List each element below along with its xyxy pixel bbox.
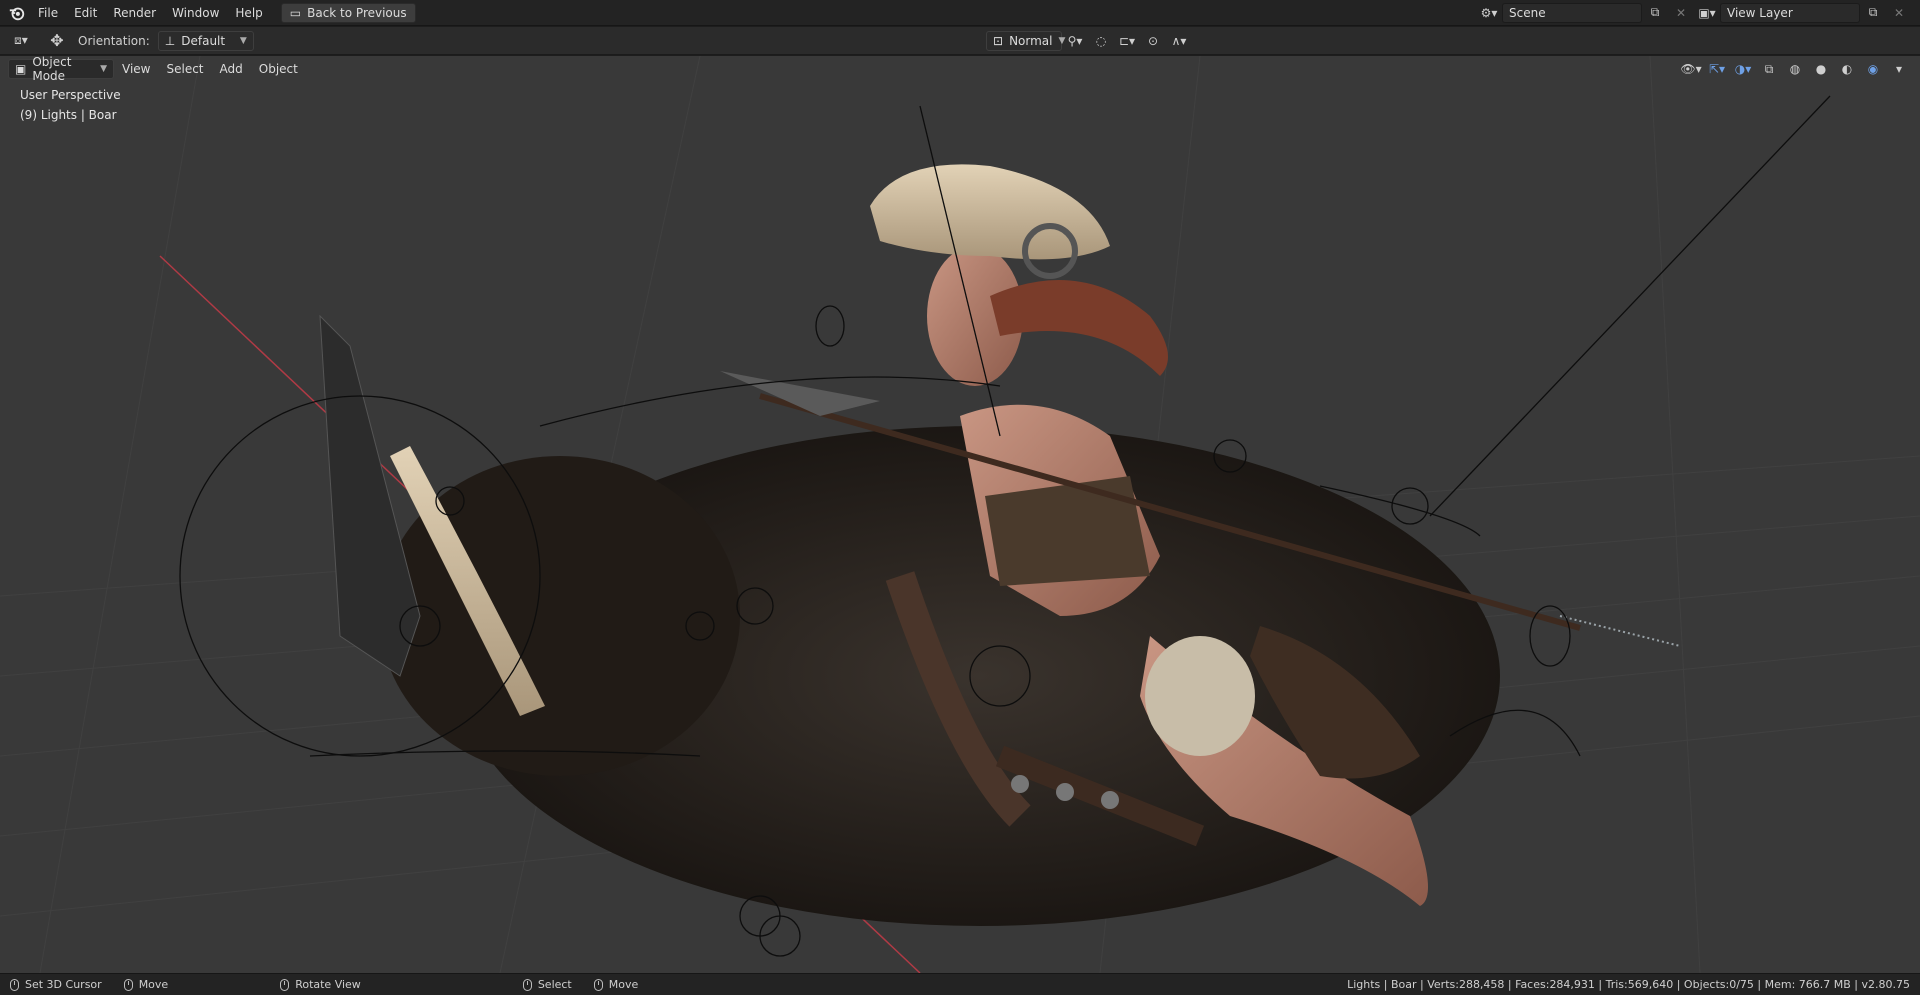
shading-options-icon[interactable]: ▾ (1886, 59, 1912, 79)
snap-toggle-icon[interactable]: ◌ (1088, 31, 1114, 51)
back-to-previous-button[interactable]: ▭ Back to Previous (280, 2, 416, 23)
mode-dropdown[interactable]: ▣ Object Mode ▼ (8, 55, 114, 83)
scene-statistics: Lights | Boar | Verts:288,458 | Faces:28… (1347, 978, 1910, 991)
chevron-down-icon: ▼ (100, 64, 107, 74)
menu-add[interactable]: Add (212, 62, 251, 76)
back-to-previous-label: Back to Previous (307, 5, 407, 20)
overlay-icon[interactable]: ◑▾ (1730, 59, 1756, 79)
status-label: Move (138, 978, 169, 991)
menu-render[interactable]: Render (105, 0, 164, 26)
menu-edit[interactable]: Edit (66, 0, 105, 26)
3d-viewport[interactable]: User Perspective (9) Lights | Boar (0, 56, 1920, 973)
scene-icon[interactable]: ⚙▾ (1476, 3, 1502, 23)
status-bar: Set 3D Cursor Move Rotate View Select Mo… (0, 973, 1920, 995)
tool-header: ⧈▾ ✥ Orientation: ⊥ Default ▼ ⊡ Normal ▼… (0, 27, 1920, 55)
status-label: Set 3D Cursor (25, 978, 102, 991)
menu-select[interactable]: Select (158, 62, 211, 76)
blade (319, 314, 421, 677)
mouse-left-icon (10, 978, 19, 991)
view-layer-icon[interactable]: ▣▾ (1694, 3, 1720, 23)
chevron-down-icon: ▼ (239, 35, 247, 46)
mouse-middle-icon (280, 978, 290, 991)
status-label: Select (537, 978, 572, 991)
scene-name: Scene (1509, 5, 1546, 20)
orientation-label: Orientation: (78, 33, 150, 48)
status-select: Select (522, 978, 572, 991)
falloff-icon[interactable]: ∧▾ (1166, 31, 1192, 51)
status-label: Move (608, 978, 639, 991)
delete-view-layer-icon[interactable]: ✕ (1886, 3, 1912, 23)
object-mode-icon: ▣ (15, 62, 27, 76)
menu-object[interactable]: Object (251, 62, 306, 76)
top-menu-bar: File Edit Render Window Help ▭ Back to P… (0, 0, 1920, 26)
mouse-right-icon (522, 978, 532, 991)
new-scene-icon[interactable]: ⧉ (1642, 3, 1668, 23)
active-object-info: (9) Lights | Boar (20, 108, 117, 122)
shading-rendered-icon[interactable]: ◉ (1860, 59, 1886, 79)
xray-icon[interactable]: ⧉ (1756, 59, 1782, 79)
view-layer-field[interactable]: View Layer (1720, 2, 1860, 23)
status-set-3d-cursor: Set 3D Cursor (10, 978, 102, 991)
visibility-icon[interactable]: 👁▾ (1678, 59, 1704, 79)
pivot-value: Normal (1009, 33, 1053, 48)
orientation-value: Default (181, 33, 226, 48)
menu-help[interactable]: Help (227, 0, 270, 26)
new-view-layer-icon[interactable]: ⧉ (1860, 3, 1886, 23)
shading-solid-icon[interactable]: ● (1808, 59, 1834, 79)
mode-value: Object Mode (32, 55, 72, 83)
transform-icon[interactable]: ✥ (44, 31, 70, 51)
snap-target-icon[interactable]: ⊏▾ (1114, 31, 1140, 51)
status-rotate-view: Rotate View (280, 978, 361, 991)
editor-type-icon[interactable]: ⧈▾ (8, 31, 34, 51)
mouse-drag-icon (123, 978, 133, 991)
viewport-header: ▣ Object Mode ▼ View Select Add Object 👁… (0, 55, 1920, 83)
delete-scene-icon[interactable]: ✕ (1668, 3, 1694, 23)
pivot-dropdown[interactable]: ⊡ Normal ▼ (986, 30, 1065, 51)
menu-window[interactable]: Window (164, 0, 227, 26)
mouse-drag-icon (593, 978, 603, 991)
status-label: Rotate View (295, 978, 361, 991)
scene-render (0, 56, 1920, 973)
view-layer-name: View Layer (1727, 5, 1793, 20)
orientation-icon: ⊥ (164, 33, 176, 48)
menu-view[interactable]: View (114, 62, 158, 76)
gizmo-icon[interactable]: ⇱▾ (1704, 59, 1730, 79)
scene-field[interactable]: Scene (1502, 2, 1642, 23)
menu-file[interactable]: File (30, 0, 66, 26)
orientation-dropdown[interactable]: ⊥ Default ▼ (157, 30, 254, 51)
shading-material-icon[interactable]: ◐ (1834, 59, 1860, 79)
shading-wireframe-icon[interactable]: ◍ (1782, 59, 1808, 79)
view-name: User Perspective (20, 88, 121, 102)
status-move-2: Move (593, 978, 639, 991)
back-icon: ▭ (289, 5, 302, 20)
proportional-icon[interactable]: ⊙ (1140, 31, 1166, 51)
blender-logo-icon[interactable] (8, 4, 26, 22)
status-move: Move (123, 978, 169, 991)
pivot-icon: ⊡ (993, 33, 1004, 48)
snap-icon[interactable]: ⚲▾ (1062, 31, 1088, 51)
